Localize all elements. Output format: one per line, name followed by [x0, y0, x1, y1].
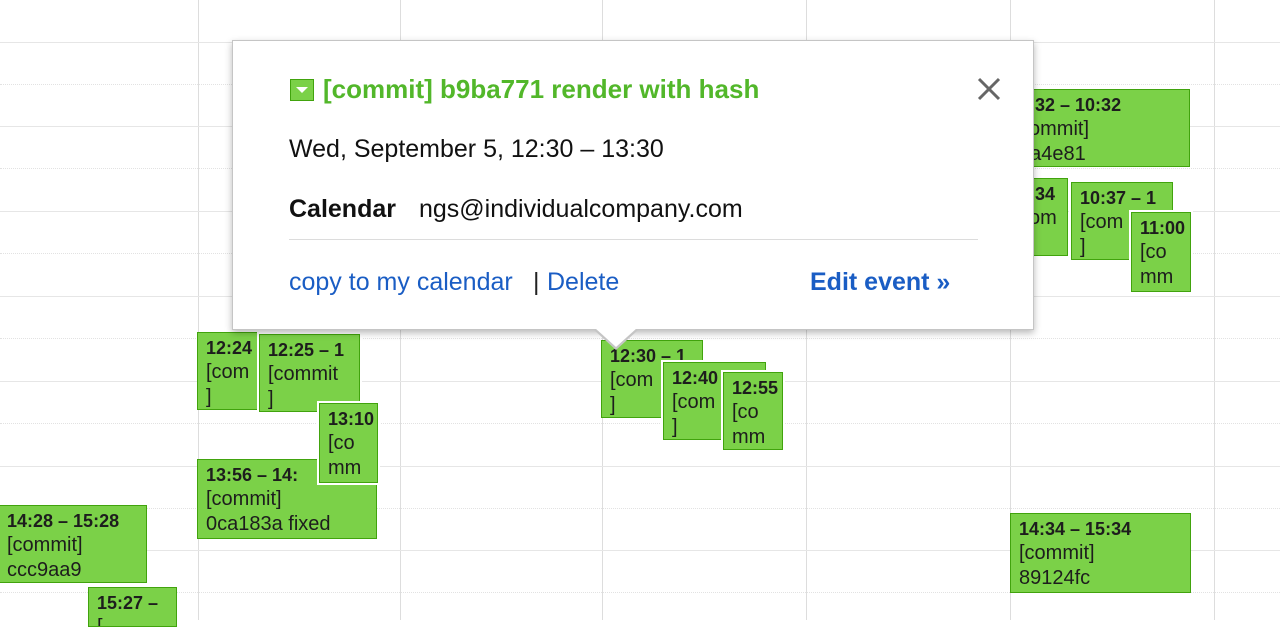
event-time: 15:27 –	[97, 593, 159, 613]
event-datetime: Wed, September 5, 12:30 – 13:30	[289, 135, 664, 163]
event-details-bubble: [commit] b9ba771 render with hash Wed, S…	[232, 40, 1034, 330]
event-time: 14:34 – 15:34	[1019, 519, 1132, 539]
event-text: [commit]	[206, 488, 282, 510]
half-hour-line	[0, 508, 1280, 509]
event-time: 12:25 – 1	[268, 340, 345, 360]
delete-link[interactable]: Delete	[547, 268, 619, 297]
event-text: ccc9aa9	[7, 559, 82, 581]
event-text: [co	[1140, 241, 1167, 263]
calendar-event[interactable]: 14:34 – 15:34 [commit] 89124fc	[1010, 513, 1191, 593]
event-text: mm	[732, 426, 766, 448]
event-text: ]	[206, 386, 212, 408]
event-time: 12:24	[206, 338, 253, 358]
event-text: ba4e81	[1019, 143, 1086, 165]
link-separator: |	[533, 268, 540, 296]
calendar-event[interactable]: 9:32 – 10:32 commit] ba4e81	[1010, 89, 1190, 167]
event-time: 10:37 – 1	[1080, 188, 1157, 208]
event-text: commit]	[1019, 118, 1089, 140]
calendar-event[interactable]: 11:00 [co mm	[1131, 212, 1191, 292]
event-text: [commit	[268, 363, 338, 385]
calendar-event[interactable]: 12:24 [com ]	[197, 332, 259, 410]
calendar-event[interactable]: 15:27 – [	[88, 587, 177, 627]
half-hour-line	[0, 338, 1280, 339]
event-time: 13:10	[328, 409, 375, 429]
calendar-event[interactable]: 12:25 – 1 [commit ]	[259, 334, 360, 412]
event-title: [commit] b9ba771 render with hash	[323, 74, 760, 104]
divider	[289, 239, 978, 240]
day-column-divider	[1214, 0, 1215, 620]
bubble-pointer-fill	[595, 328, 637, 347]
calendar-event[interactable]: 12:55 [co mm	[723, 372, 783, 450]
event-time: 12:55	[732, 378, 779, 398]
event-time: 11:00	[1140, 218, 1186, 238]
dropdown-icon[interactable]	[290, 79, 314, 101]
event-text: [co	[328, 432, 355, 454]
event-text: mm	[1140, 266, 1174, 288]
event-text: [commit]	[1019, 542, 1095, 564]
close-icon[interactable]	[973, 73, 1005, 105]
event-text: [commit]	[7, 534, 83, 556]
event-text: mm	[328, 457, 362, 479]
event-text: [co	[732, 401, 759, 423]
calendar-label: Calendar	[289, 195, 396, 223]
calendar-value: ngs@individualcompany.com	[419, 195, 743, 223]
edit-event-link[interactable]: Edit event »	[810, 268, 950, 297]
copy-to-calendar-link[interactable]: copy to my calendar	[289, 268, 513, 297]
event-time: 9:32 – 10:32	[1019, 95, 1122, 115]
event-text: 89124fc	[1019, 567, 1091, 589]
calendar-event[interactable]: 14:28 – 15:28 [commit] ccc9aa9	[0, 505, 147, 583]
calendar-event[interactable]: 13:10 [co mm	[319, 403, 378, 483]
hour-line	[0, 466, 1280, 467]
half-hour-line	[0, 423, 1280, 424]
event-text: [	[97, 616, 103, 627]
event-time: 14:28 – 15:28	[7, 511, 120, 531]
event-text: [com	[206, 361, 250, 383]
event-text: 0ca183a fixed	[206, 513, 331, 535]
